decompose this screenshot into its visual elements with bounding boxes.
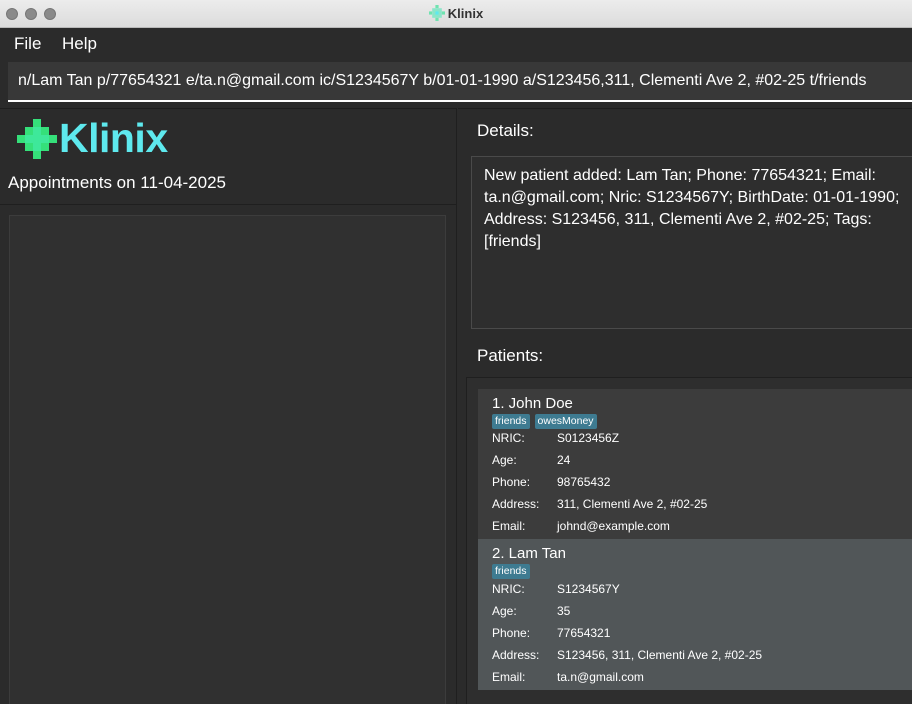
patient-card-selected[interactable]: 2. Lam Tan friends NRIC: S1234567Y Age: …	[478, 539, 912, 690]
klinix-cross-icon	[17, 119, 57, 159]
logo-text: Klinix	[59, 115, 168, 161]
email-label: Email:	[492, 670, 526, 684]
details-message: New patient added: Lam Tan; Phone: 77654…	[484, 167, 900, 250]
email-value: ta.n@gmail.com	[557, 670, 644, 684]
address-label: Address:	[492, 497, 540, 511]
phone-value: 98765432	[557, 475, 611, 489]
command-box	[8, 62, 912, 102]
nric-label: NRIC:	[492, 431, 525, 445]
tag: friends	[492, 564, 530, 579]
address-value: S123456, 311, Clementi Ave 2, #02-25	[557, 648, 763, 662]
age-value: 35	[557, 604, 571, 618]
appointments-title: Appointments on 11-04-2025	[8, 173, 227, 192]
address-value: 311, Clementi Ave 2, #02-25	[557, 497, 708, 511]
klinix-cross-icon	[428, 5, 445, 21]
patient-tags: friends owesMoney	[492, 414, 602, 429]
window-title: Klinix	[447, 6, 484, 21]
tag: friends	[492, 414, 530, 429]
left-divider	[0, 204, 457, 205]
details-label: Details:	[477, 121, 534, 140]
window-titlebar: Klinix	[0, 0, 912, 28]
patient-name: 2. Lam Tan	[492, 545, 566, 562]
phone-label: Phone:	[492, 626, 531, 640]
patient-tags: friends	[492, 564, 535, 579]
nric-value: S0123456Z	[557, 431, 620, 445]
menu-file[interactable]: File	[14, 34, 41, 54]
patient-card[interactable]: 1. John Doe friends owesMoney NRIC: S0123…	[478, 389, 912, 539]
age-value: 24	[557, 453, 571, 467]
address-label: Address:	[492, 648, 540, 662]
nric-value: S1234567Y	[557, 582, 620, 596]
menu-help[interactable]: Help	[62, 34, 97, 54]
age-label: Age:	[492, 453, 517, 467]
phone-value: 77654321	[557, 626, 611, 640]
email-value: johnd@example.com	[557, 519, 670, 533]
command-input[interactable]	[8, 62, 912, 100]
age-label: Age:	[492, 604, 517, 618]
details-box: New patient added: Lam Tan; Phone: 77654…	[471, 156, 912, 329]
appointments-list[interactable]	[9, 215, 446, 704]
window-title-group: Klinix	[0, 5, 912, 21]
patient-name: 1. John Doe	[492, 395, 573, 412]
phone-label: Phone:	[492, 475, 531, 489]
email-label: Email:	[492, 519, 526, 533]
menu-bar: File Help	[0, 28, 912, 58]
tag: owesMoney	[534, 414, 597, 429]
patients-label: Patients:	[477, 346, 544, 365]
nric-label: NRIC:	[492, 582, 525, 596]
